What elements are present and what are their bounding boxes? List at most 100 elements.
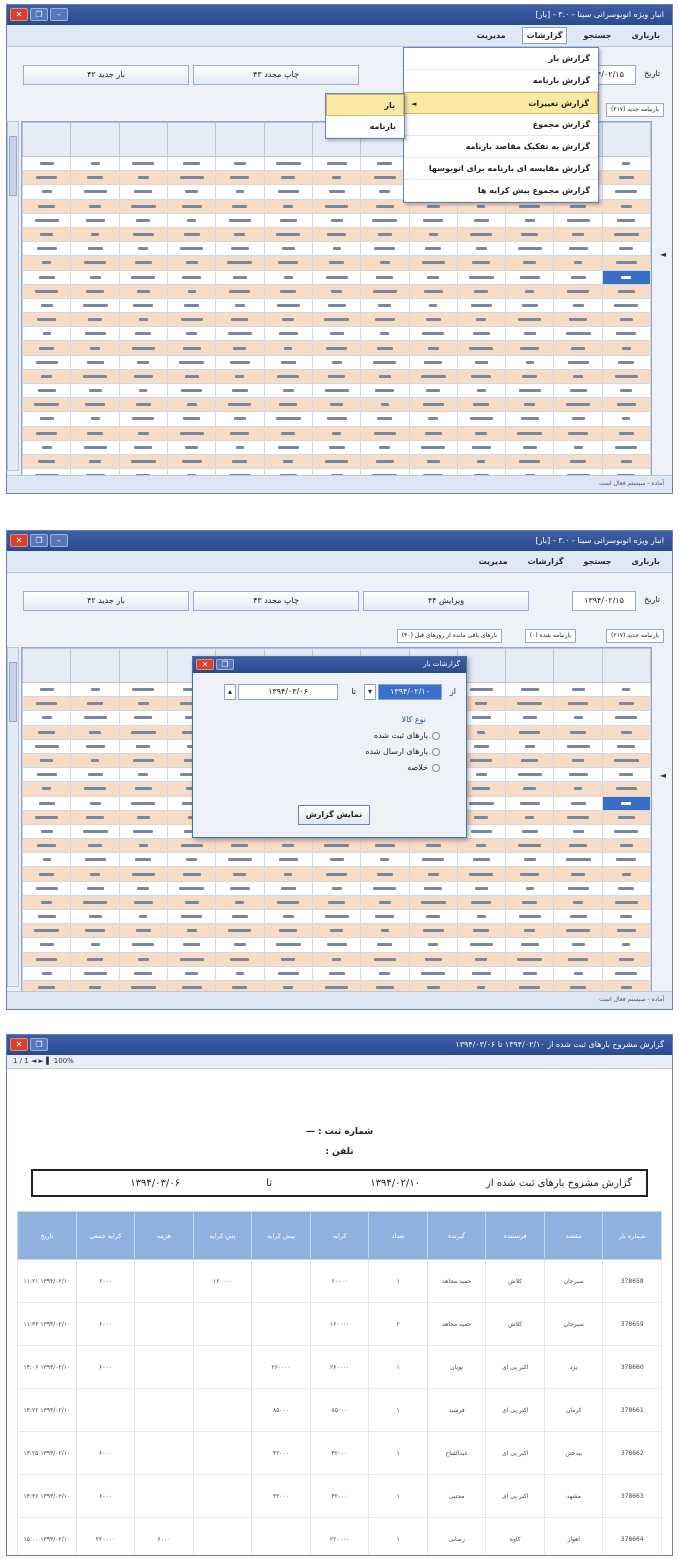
close-icon[interactable]: ✕ [10,8,28,21]
grid-cell[interactable] [408,354,458,370]
grid-cell[interactable] [167,453,217,470]
close-icon[interactable]: ✕ [10,534,28,547]
grid-cell[interactable] [21,184,72,200]
grid-cell[interactable] [263,425,313,441]
grid-row[interactable] [21,923,652,939]
from-date-input[interactable]: ۱۳۹۴/۰۲/۱۰ [378,684,442,700]
grid-cell[interactable] [311,923,362,939]
grid-cell[interactable] [70,738,120,754]
option-registered[interactable]: بارهای ثبت شده [374,731,440,740]
grid-cell[interactable] [456,453,507,470]
grid-col-header[interactable] [167,122,217,157]
grid-cell[interactable] [215,382,265,399]
grid-cell[interactable] [456,894,507,911]
grid-cell[interactable] [601,226,652,243]
grid-cell[interactable] [215,269,265,285]
grid-cell[interactable] [505,354,555,370]
grid-cell[interactable] [263,226,313,243]
grid-cell[interactable] [505,781,555,797]
grid-cell[interactable] [553,738,603,754]
grid-cell[interactable] [21,752,72,769]
grid-cell[interactable] [118,767,169,783]
grid-cell[interactable] [360,255,410,271]
grid-cell[interactable] [553,767,603,783]
grid-cell[interactable] [408,425,458,441]
grid-cell[interactable] [360,838,410,854]
grid-cell[interactable] [456,241,507,257]
grid-cell[interactable] [70,752,120,769]
grid-cell[interactable] [553,809,603,825]
grid-cell[interactable] [311,866,362,882]
grid-cell[interactable] [167,283,217,299]
grid-cell[interactable] [263,269,313,285]
grid-cell[interactable] [408,297,458,314]
new-load-button[interactable]: بار جديد ۴۲ [23,65,189,85]
grid-row[interactable] [21,880,652,896]
grid-cell[interactable] [456,354,507,370]
minimize-icon[interactable]: – [50,8,68,21]
grid-cell[interactable] [360,894,410,911]
grid-col-header[interactable] [553,648,603,683]
grid-cell[interactable] [21,710,72,726]
grid-cell[interactable] [263,397,313,413]
grid-cell[interactable] [456,326,507,342]
menu-item-search[interactable]: جستجو [579,28,615,43]
grid-cell[interactable] [311,354,362,370]
grid-cell[interactable] [263,241,313,257]
to-date-spinner-icon[interactable]: ▴ [224,684,236,700]
grid-cell[interactable] [118,752,169,769]
grid-cell[interactable] [21,937,72,953]
grid-cell[interactable] [601,397,652,413]
menu-item-reports[interactable]: گزارشات [524,554,568,569]
grid-cell[interactable] [215,425,265,441]
grid-cell[interactable] [311,312,362,328]
grid-cell[interactable] [360,453,410,470]
grid-cell[interactable] [408,894,458,911]
grid-cell[interactable] [360,965,410,981]
grid-cell[interactable] [360,340,410,356]
grid-cell[interactable] [360,908,410,925]
grid-cell[interactable] [601,368,652,385]
grid-cell[interactable] [21,724,72,740]
grid-cell[interactable] [70,411,120,427]
grid-row[interactable] [21,951,652,967]
grid-cell[interactable] [408,312,458,328]
grid-cell[interactable] [360,880,410,896]
grid-cell[interactable] [505,866,555,882]
grid-cell[interactable] [70,696,120,712]
grid-cell[interactable] [118,382,169,399]
grid-cell[interactable] [553,852,603,868]
grid-cell[interactable] [311,382,362,399]
radio-summary[interactable] [432,763,440,772]
grid-cell[interactable] [505,894,555,911]
menu-item-management[interactable]: مديريت [475,554,512,569]
grid-cell[interactable] [505,937,555,953]
grid-cell[interactable] [601,852,652,868]
grid-cell[interactable] [408,411,458,427]
menu-report-prepaid-total[interactable]: گزارش مجموع پيش کرايه ها [404,180,598,202]
grid-row[interactable] [21,326,652,342]
grid-cell[interactable] [263,212,313,228]
grid-cell[interactable] [311,269,362,285]
grid-cell[interactable] [505,382,555,399]
from-date-dropdown-icon[interactable]: ▾ [364,684,376,700]
grid-cell[interactable] [118,226,169,243]
grid-cell[interactable] [553,724,603,740]
grid-cell[interactable] [118,696,169,712]
grid-cell[interactable] [553,439,603,455]
grid-cell[interactable] [408,453,458,470]
vertical-scrollbar[interactable] [7,121,19,471]
grid-cell[interactable] [601,809,652,825]
grid-cell[interactable] [311,155,362,172]
grid-cell[interactable] [408,340,458,356]
grid-cell[interactable] [505,226,555,243]
grid-cell[interactable] [505,340,555,356]
grid-cell[interactable] [21,681,72,698]
grid-cell[interactable] [118,411,169,427]
grid-cell[interactable] [553,908,603,925]
grid-cell[interactable] [118,681,169,698]
grid-cell[interactable] [70,908,120,925]
grid-cell[interactable] [505,823,555,840]
grid-cell[interactable] [263,411,313,427]
grid-cell[interactable] [553,382,603,399]
